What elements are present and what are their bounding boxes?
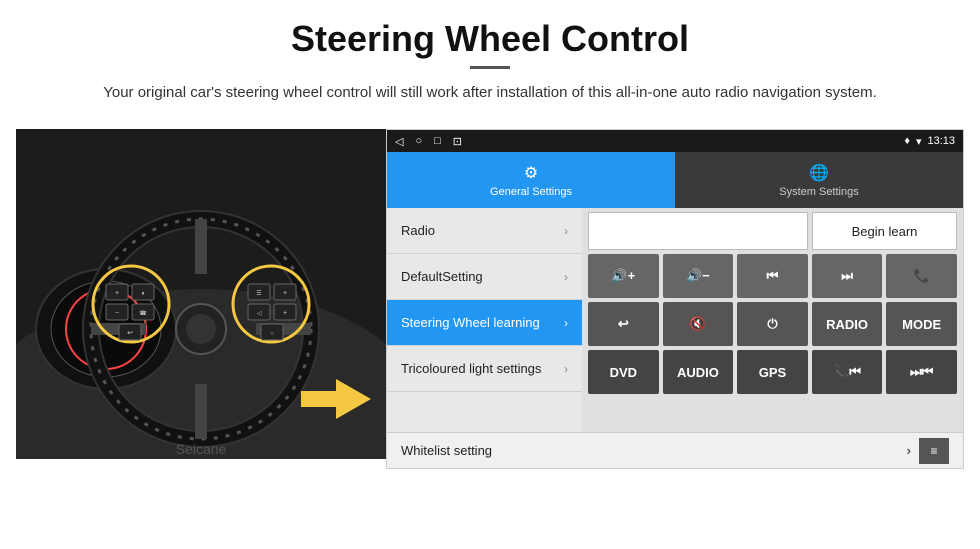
next-track-button[interactable]: ⏭ — [812, 254, 883, 298]
svg-text:☰: ☰ — [256, 290, 261, 297]
page-title: Steering Wheel Control — [40, 18, 940, 60]
volume-down-button[interactable]: 🔊− — [663, 254, 734, 298]
chevron-tricoloured: › — [564, 362, 568, 376]
whitelist-chevron: › — [907, 443, 911, 458]
steering-wheel-image: + − ⏸ ☎ ↩ ☰ + ◁ + ○ — [16, 129, 386, 459]
location-icon: ♦ — [904, 135, 910, 147]
menu-item-steering[interactable]: Steering Wheel learning › — [387, 300, 582, 346]
right-controls: Begin learn 🔊+ 🔊− ⏮ ⏭ 📞 ↩ 🔇 ⏻ — [582, 208, 963, 432]
whitelist-right: › ≡ — [907, 438, 949, 464]
svg-text:○: ○ — [270, 331, 274, 337]
menu-item-defaultsetting[interactable]: DefaultSetting › — [387, 254, 582, 300]
control-row-3: DVD AUDIO GPS 📞⏮ ⏭⏮ — [588, 350, 957, 394]
svg-text:Seicane: Seicane — [176, 441, 227, 457]
menu-icon[interactable]: ⊡ — [453, 135, 462, 148]
back-icon[interactable]: ◁ — [395, 135, 403, 148]
phone-prev-button[interactable]: 📞⏮ — [812, 350, 883, 394]
svg-text:−: − — [115, 310, 119, 317]
dvd-button[interactable]: DVD — [588, 350, 659, 394]
svg-text:☎: ☎ — [139, 310, 147, 317]
tab-bar: ⚙ General Settings 🌐 System Settings — [387, 152, 963, 208]
svg-text:⏸: ⏸ — [141, 291, 144, 297]
content-area: + − ⏸ ☎ ↩ ☰ + ◁ + ○ — [16, 129, 964, 469]
skip-button[interactable]: ⏭⏮ — [886, 350, 957, 394]
left-menu: Radio › DefaultSetting › Steering Wheel … — [387, 208, 582, 432]
menu-controls-area: Radio › DefaultSetting › Steering Wheel … — [387, 208, 963, 432]
list-icon: ≡ — [919, 438, 949, 464]
gear-icon: ⚙ — [524, 163, 538, 183]
chevron-steering: › — [564, 316, 568, 330]
svg-text:+: + — [283, 310, 287, 317]
page-wrapper: Steering Wheel Control Your original car… — [0, 0, 980, 469]
menu-item-radio[interactable]: Radio › — [387, 208, 582, 254]
empty-input-box — [588, 212, 808, 250]
audio-button[interactable]: AUDIO — [663, 350, 734, 394]
chevron-radio: › — [564, 224, 568, 238]
control-row-1: 🔊+ 🔊− ⏮ ⏭ 📞 — [588, 254, 957, 298]
title-divider — [470, 66, 510, 69]
android-head-unit: ◁ ○ □ ⊡ ♦ ▾ 13:13 ⚙ General Settings — [386, 129, 964, 469]
svg-text:+: + — [283, 290, 287, 297]
gps-button[interactable]: GPS — [737, 350, 808, 394]
menu-tricoloured-label: Tricoloured light settings — [401, 361, 541, 376]
status-bar: ◁ ○ □ ⊡ ♦ ▾ 13:13 — [387, 130, 963, 152]
begin-learn-button[interactable]: Begin learn — [812, 212, 957, 250]
prev-track-button[interactable]: ⏮ — [737, 254, 808, 298]
globe-icon: 🌐 — [809, 163, 829, 183]
phone-button[interactable]: 📞 — [886, 254, 957, 298]
page-header: Steering Wheel Control Your original car… — [0, 0, 980, 115]
radio-button[interactable]: RADIO — [812, 302, 883, 346]
mode-button[interactable]: MODE — [886, 302, 957, 346]
back-call-button[interactable]: ↩ — [588, 302, 659, 346]
mute-button[interactable]: 🔇 — [663, 302, 734, 346]
svg-text:↩: ↩ — [127, 330, 133, 337]
menu-steering-label: Steering Wheel learning — [401, 315, 540, 330]
begin-learn-row: Begin learn — [588, 212, 957, 250]
tab-general-settings[interactable]: ⚙ General Settings — [387, 152, 675, 208]
volume-up-button[interactable]: 🔊+ — [588, 254, 659, 298]
clock: 13:13 — [927, 135, 955, 147]
tab-general-label: General Settings — [490, 186, 572, 198]
menu-default-label: DefaultSetting — [401, 269, 483, 284]
svg-text:+: + — [115, 290, 119, 297]
menu-radio-label: Radio — [401, 223, 435, 238]
control-row-2: ↩ 🔇 ⏻ RADIO MODE — [588, 302, 957, 346]
whitelist-row[interactable]: Whitelist setting › ≡ — [387, 432, 963, 468]
tab-system-settings[interactable]: 🌐 System Settings — [675, 152, 963, 208]
status-bar-info: ♦ ▾ 13:13 — [904, 135, 955, 148]
status-bar-nav-icons: ◁ ○ □ ⊡ — [395, 135, 462, 148]
power-button[interactable]: ⏻ — [737, 302, 808, 346]
chevron-default: › — [564, 270, 568, 284]
svg-text:◁: ◁ — [257, 311, 262, 317]
menu-item-tricoloured[interactable]: Tricoloured light settings › — [387, 346, 582, 392]
signal-icon: ▾ — [916, 135, 922, 148]
home-icon[interactable]: ○ — [415, 135, 422, 147]
whitelist-label: Whitelist setting — [401, 443, 492, 458]
tab-system-label: System Settings — [779, 186, 858, 198]
page-subtitle: Your original car's steering wheel contr… — [80, 81, 900, 105]
recents-icon[interactable]: □ — [434, 135, 441, 147]
